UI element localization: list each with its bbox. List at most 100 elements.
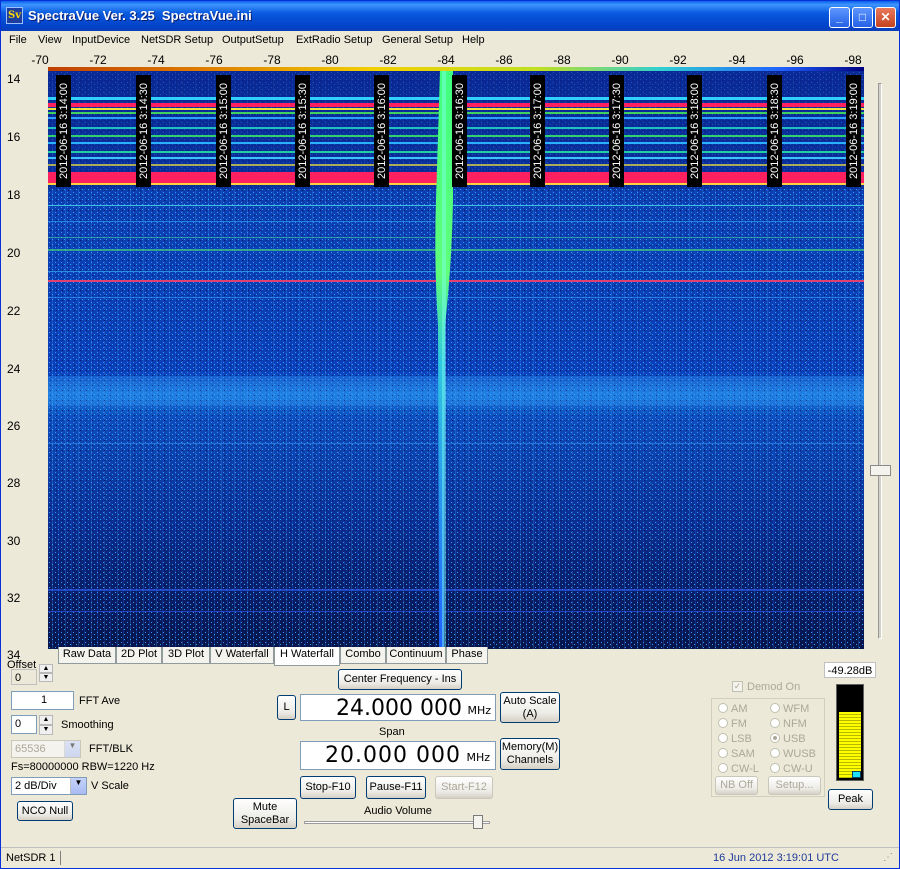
- signal-level-readout: -49.28dB: [824, 662, 876, 678]
- start-button[interactable]: Start-F12: [435, 776, 493, 799]
- audio-volume-label: Audio Volume: [364, 805, 432, 817]
- radio-am[interactable]: AM: [718, 703, 748, 715]
- maximize-button[interactable]: □: [852, 7, 873, 28]
- timestamp-label: 2012-06-16 3:16:30: [452, 75, 467, 187]
- span-unit: MHz: [466, 751, 490, 764]
- timestamp-label: 2012-06-16 3:19:00: [846, 75, 861, 187]
- smoothing-label: Smoothing: [61, 719, 114, 731]
- menu-netsdr-setup[interactable]: NetSDR Setup: [141, 34, 213, 46]
- tab-combo[interactable]: Combo: [340, 647, 386, 664]
- signal-level-fill: [839, 712, 861, 778]
- demod-on-label: Demod On: [747, 681, 801, 693]
- pause-button[interactable]: Pause-F11: [366, 776, 426, 799]
- frequency-unit: MHz: [467, 704, 491, 717]
- radio-wusb[interactable]: WUSB: [770, 748, 816, 760]
- timestamp-label: 2012-06-16 3:15:30: [295, 75, 310, 187]
- y-tick: 20: [7, 246, 21, 260]
- x-tick: -88: [553, 53, 571, 67]
- tab-2d-plot[interactable]: 2D Plot: [116, 647, 162, 664]
- menu-view[interactable]: View: [38, 34, 62, 46]
- fft-ave-input[interactable]: 1: [11, 691, 74, 710]
- center-frequency-button[interactable]: Center Frequency - Ins: [338, 669, 462, 690]
- mute-button[interactable]: Mute SpaceBar: [233, 798, 297, 829]
- tab-phase[interactable]: Phase: [446, 647, 488, 664]
- smoothing-up-icon[interactable]: ▲: [39, 715, 53, 725]
- radio-wfm[interactable]: WFM: [770, 703, 809, 715]
- nco-null-button[interactable]: NCO Null: [17, 801, 73, 821]
- setup-button[interactable]: Setup...: [768, 776, 821, 795]
- audio-volume-thumb[interactable]: [473, 815, 483, 829]
- x-tick: -80: [321, 53, 339, 67]
- offset-field[interactable]: 0: [11, 669, 37, 685]
- tab-raw-data[interactable]: Raw Data: [58, 647, 116, 664]
- timestamp-label: 2012-06-16 3:15:00: [216, 75, 231, 187]
- smoothing-input[interactable]: 0: [11, 715, 37, 734]
- x-tick: -86: [495, 53, 513, 67]
- reference-level-slider-thumb[interactable]: [870, 465, 891, 476]
- nb-off-button[interactable]: NB Off: [715, 776, 758, 795]
- app-icon: Sv: [6, 7, 23, 24]
- y-tick: 26: [7, 419, 21, 433]
- audio-volume-slider[interactable]: [304, 821, 490, 824]
- window-title: SpectraVue Ver. 3.25 SpectraVue.ini: [28, 8, 252, 23]
- offset-up-icon[interactable]: ▲: [39, 664, 53, 673]
- menu-help[interactable]: Help: [462, 34, 485, 46]
- offset-down-icon[interactable]: ▼: [39, 673, 53, 682]
- title-bar[interactable]: Sv SpectraVue Ver. 3.25 SpectraVue.ini _…: [1, 1, 899, 31]
- x-tick: -94: [728, 53, 746, 67]
- radio-cw-l[interactable]: CW-L: [718, 763, 759, 775]
- minimize-button[interactable]: _: [829, 7, 850, 28]
- demod-checkbox[interactable]: ✓: [732, 681, 743, 692]
- tab-continuum[interactable]: Continuum: [386, 647, 446, 664]
- peak-marker: [852, 771, 861, 778]
- memory-channels-button[interactable]: Memory(M) Channels: [500, 738, 560, 770]
- v-scale-label: V Scale: [91, 780, 129, 792]
- x-tick: -70: [31, 53, 49, 67]
- x-tick: -74: [147, 53, 165, 67]
- chevron-down-icon[interactable]: ▼: [70, 778, 86, 794]
- y-tick: 30: [7, 534, 21, 548]
- fft-ave-label: FFT Ave: [79, 695, 121, 707]
- radio-nfm[interactable]: NFM: [770, 718, 807, 730]
- x-tick: -78: [263, 53, 281, 67]
- radio-cw-u[interactable]: CW-U: [770, 763, 813, 775]
- stop-button[interactable]: Stop-F10: [300, 776, 356, 799]
- tab-3d-plot[interactable]: 3D Plot: [162, 647, 210, 664]
- timestamp-label: 2012-06-16 3:14:00: [56, 75, 71, 187]
- radio-fm[interactable]: FM: [718, 718, 747, 730]
- l-button[interactable]: L: [277, 695, 296, 720]
- device-status: NetSDR 1: [6, 852, 56, 864]
- demod-mode-group: AM FM LSB SAM CW-L WFM NFM USB WUSB CW-U…: [711, 698, 825, 797]
- x-tick: -82: [379, 53, 397, 67]
- y-scale: 14 16 18 20 22 24 26 28 30 32 34: [1, 71, 47, 662]
- auto-scale-button[interactable]: Auto Scale (A): [500, 692, 560, 723]
- fft-blk-label: FFT/BLK: [89, 743, 134, 755]
- radio-lsb[interactable]: LSB: [718, 733, 752, 745]
- menu-inputdevice[interactable]: InputDevice: [72, 34, 130, 46]
- y-tick: 14: [7, 72, 21, 86]
- span-display[interactable]: 20.000 000 MHz: [300, 741, 496, 770]
- radio-usb[interactable]: USB: [770, 733, 806, 745]
- x-tick: -92: [669, 53, 687, 67]
- menu-bar: File View InputDevice NetSDR Setup Outpu…: [1, 31, 899, 50]
- timestamp-label: 2012-06-16 3:17:30: [609, 75, 624, 187]
- tab-h-waterfall[interactable]: H Waterfall: [274, 647, 340, 666]
- reference-level-slider-track[interactable]: [878, 83, 882, 639]
- status-divider: [60, 851, 61, 865]
- waterfall-display[interactable]: 2012-06-16 3:14:00 2012-06-16 3:14:30 20…: [48, 71, 864, 649]
- tab-v-waterfall[interactable]: V Waterfall: [210, 647, 274, 664]
- menu-extradio-setup[interactable]: ExtRadio Setup: [296, 34, 372, 46]
- frequency-display[interactable]: 24.000 000 MHz: [300, 694, 496, 721]
- chevron-down-icon[interactable]: ▼: [64, 741, 80, 757]
- radio-sam[interactable]: SAM: [718, 748, 755, 760]
- close-button[interactable]: ✕: [875, 7, 896, 28]
- menu-general-setup[interactable]: General Setup: [382, 34, 453, 46]
- menu-outputsetup[interactable]: OutputSetup: [222, 34, 284, 46]
- timestamp-label: 2012-06-16 3:18:30: [767, 75, 782, 187]
- sample-rate-info: Fs=80000000 RBW=1220 Hz: [11, 761, 155, 773]
- peak-button[interactable]: Peak: [828, 789, 873, 810]
- app-window: Sv SpectraVue Ver. 3.25 SpectraVue.ini _…: [0, 0, 900, 869]
- menu-file[interactable]: File: [9, 34, 27, 46]
- smoothing-down-icon[interactable]: ▼: [39, 725, 53, 735]
- resize-grip-icon[interactable]: ⋰: [883, 852, 893, 863]
